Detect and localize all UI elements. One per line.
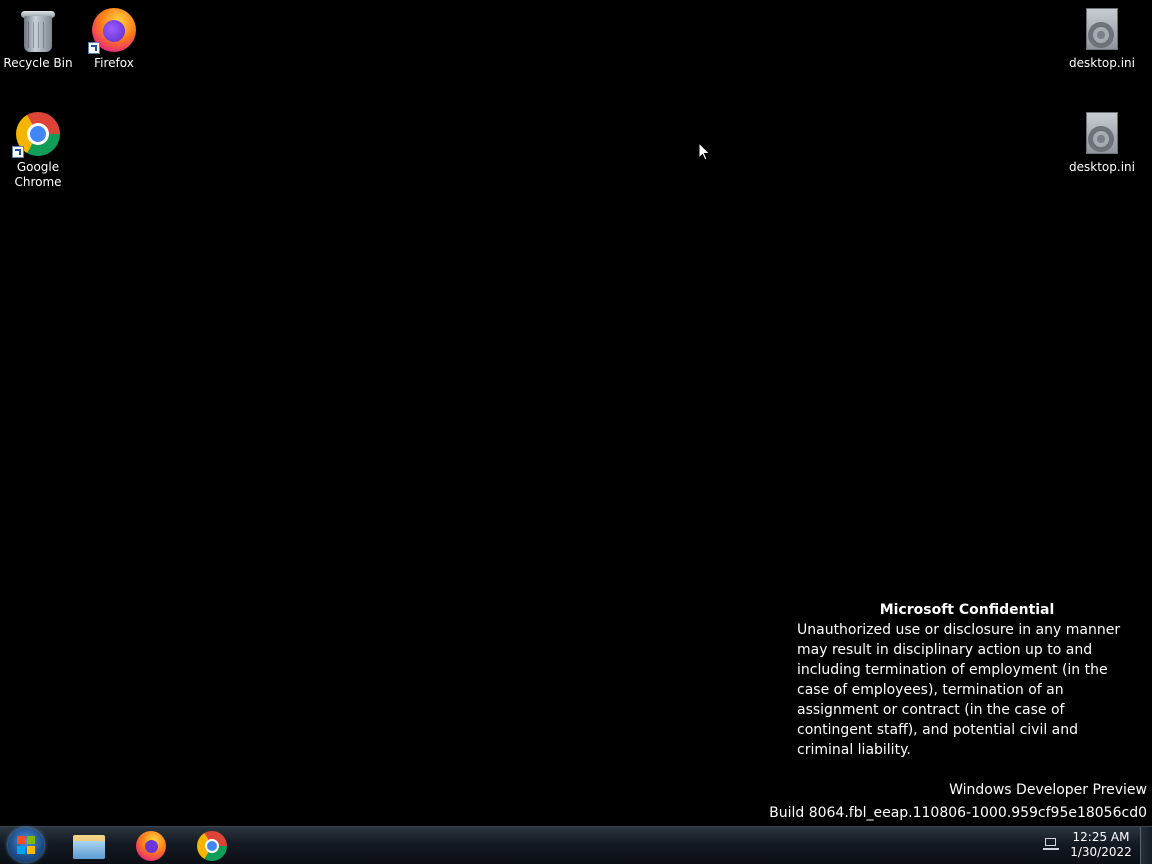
windows-logo-icon — [17, 836, 35, 854]
taskbar: 12:25 AM 1/30/2022 — [0, 826, 1152, 864]
notice-body: Unauthorized use or disclosure in any ma… — [797, 622, 1121, 758]
taskbar-firefox-button[interactable] — [125, 828, 177, 862]
settings-file-icon — [1078, 110, 1126, 158]
recycle-bin-icon — [14, 6, 62, 54]
desktop-ini-file[interactable]: desktop.ini — [1064, 110, 1140, 175]
start-button[interactable] — [8, 828, 44, 862]
desktop-icon-label: desktop.ini — [1069, 160, 1135, 174]
settings-file-icon — [1078, 6, 1126, 54]
edition-label: Windows Developer Preview — [949, 782, 1147, 798]
clock-date: 1/30/2022 — [1070, 845, 1132, 859]
chrome-icon — [196, 830, 228, 862]
desktop: Recycle Bin Firefox Google Chrome deskto… — [0, 0, 1152, 864]
desktop-icon-label: Google Chrome — [14, 160, 62, 189]
clock-time: 12:25 AM — [1072, 830, 1130, 844]
firefox-shortcut[interactable]: Firefox — [76, 6, 152, 71]
shortcut-arrow-icon — [12, 146, 24, 158]
system-clock[interactable]: 12:25 AM 1/30/2022 — [1066, 830, 1136, 860]
desktop-icon-label: Recycle Bin — [3, 56, 73, 70]
shortcut-arrow-icon — [88, 42, 100, 54]
show-desktop-button[interactable] — [1140, 827, 1152, 864]
desktop-icon-label: Firefox — [94, 56, 134, 70]
mouse-cursor-icon — [698, 142, 711, 161]
google-chrome-shortcut[interactable]: Google Chrome — [0, 110, 76, 190]
desktop-icon-label: desktop.ini — [1069, 56, 1135, 70]
taskbar-chrome-button[interactable] — [186, 828, 238, 862]
build-watermark: Windows Developer Preview Build 8064.fbl… — [769, 779, 1147, 825]
network-icon[interactable] — [1043, 838, 1059, 852]
taskbar-file-explorer-button[interactable] — [63, 828, 115, 862]
notice-title: Microsoft Confidential — [879, 602, 1055, 618]
folder-icon — [73, 830, 105, 862]
desktop-ini-file[interactable]: desktop.ini — [1064, 6, 1140, 71]
chrome-icon — [12, 110, 62, 158]
build-label: Build 8064.fbl_eeap.110806-1000.959cf95e… — [769, 805, 1147, 821]
recycle-bin-shortcut[interactable]: Recycle Bin — [0, 6, 76, 71]
firefox-icon — [88, 6, 138, 54]
firefox-icon — [135, 830, 167, 862]
confidential-notice: Microsoft Confidential Unauthorized use … — [797, 600, 1137, 760]
